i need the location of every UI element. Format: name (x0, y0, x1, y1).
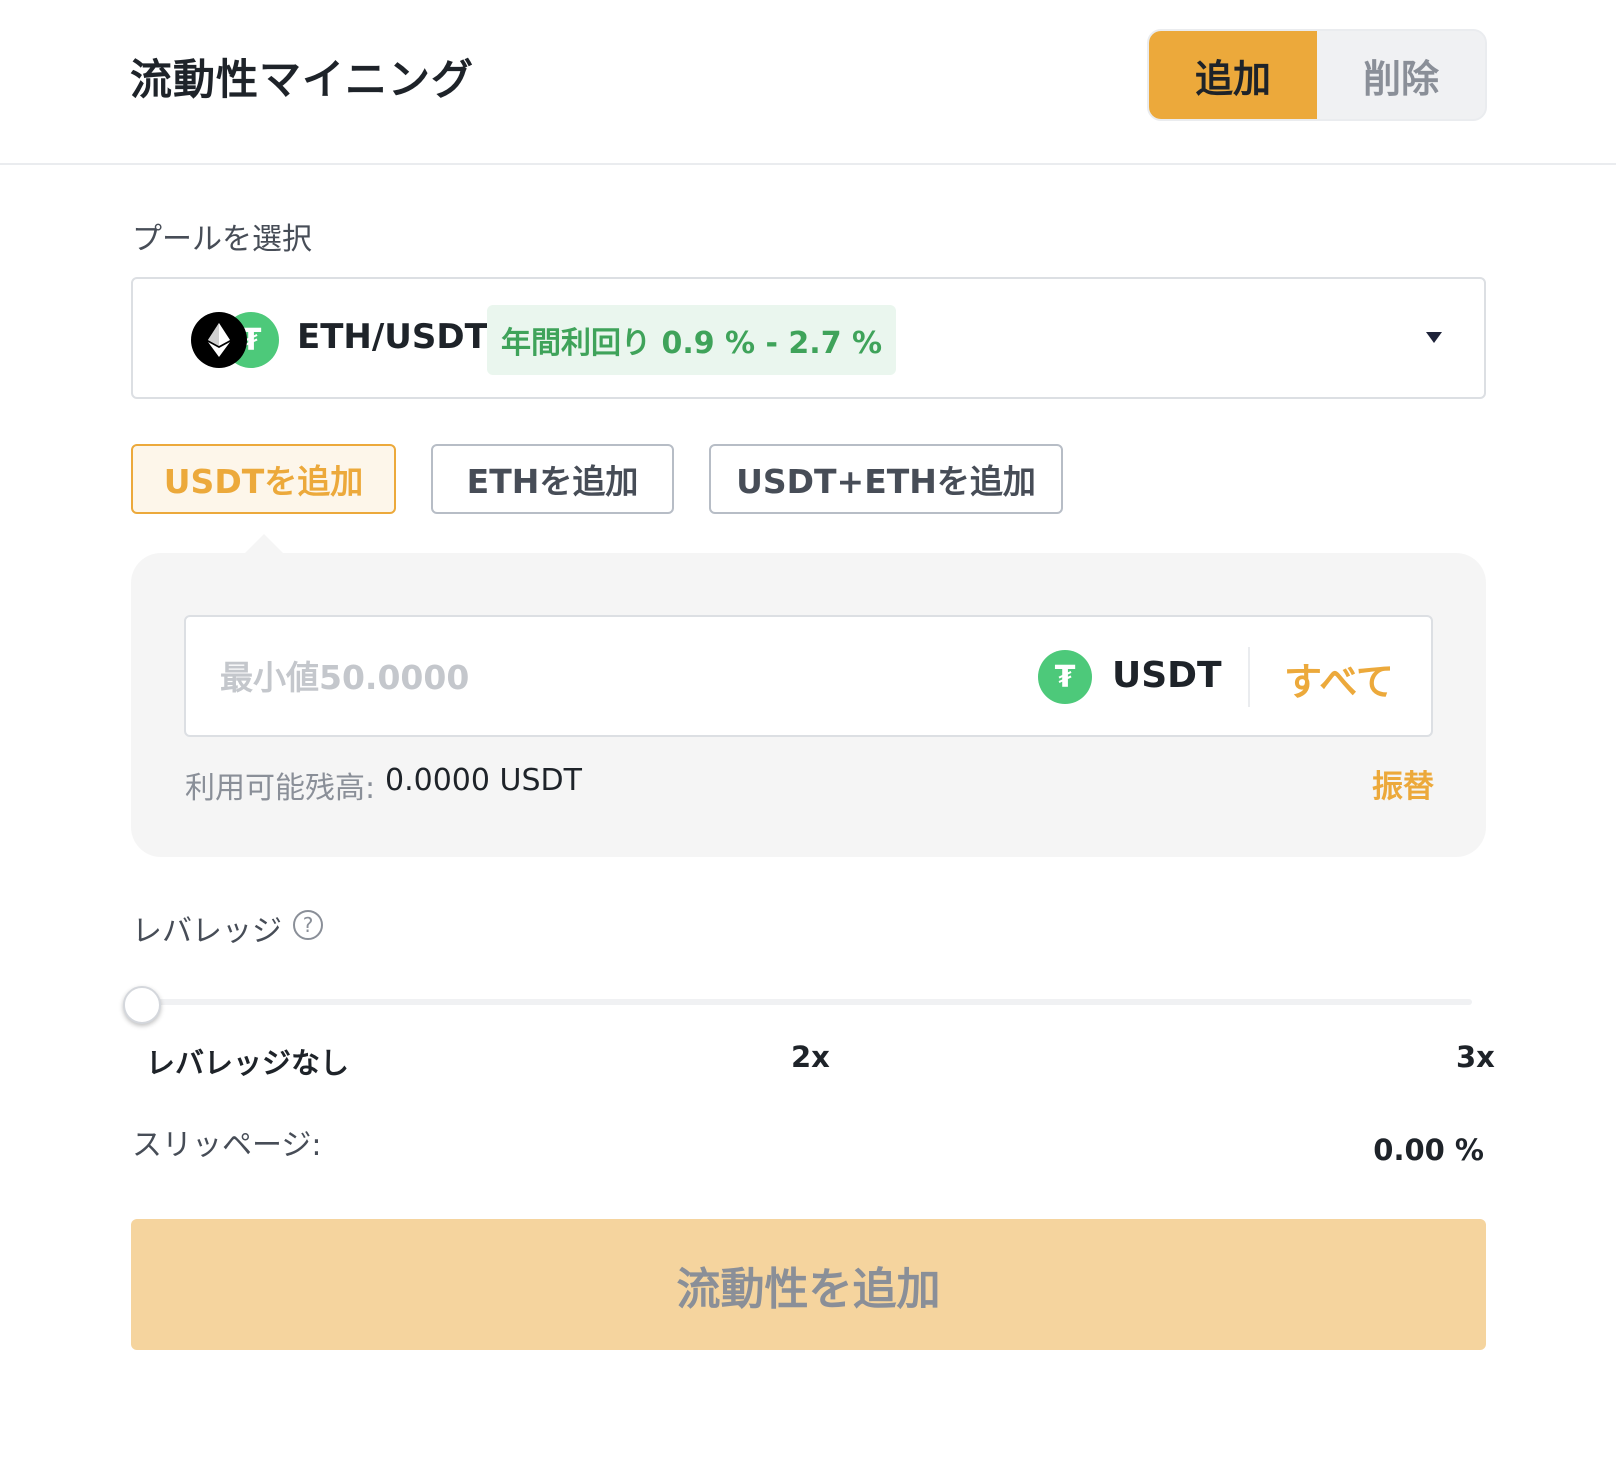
panel-notch (244, 534, 284, 554)
leverage-tick-3x[interactable]: 3x (1456, 1040, 1495, 1074)
usdt-icon: ₮ (1038, 650, 1092, 704)
page-title: 流動性マイニング (130, 55, 475, 104)
liquidity-mining-page: 流動性マイニング 追加 削除 プールを選択 ₮ ETH/USDT 年間利回り 0… (0, 0, 1616, 1464)
tab-add-usdt-eth[interactable]: USDT+ETHを追加 (709, 444, 1063, 514)
field-divider (1248, 647, 1250, 707)
pool-pair-name: ETH/USDT (297, 317, 488, 357)
leverage-slider-handle[interactable] (123, 986, 161, 1024)
amount-field-container: ₮ USDT すべて (184, 615, 1433, 737)
available-balance-value: 0.0000 USDT (385, 763, 582, 798)
leverage-slider-track[interactable] (142, 999, 1472, 1005)
amount-panel: ₮ USDT すべて 利用可能残高: 0.0000 USDT 振替 (131, 553, 1486, 857)
mode-toggle: 追加 削除 (1147, 29, 1487, 121)
tab-add-usdt[interactable]: USDTを追加 (131, 444, 396, 514)
apy-badge: 年間利回り 0.9 % - 2.7 % (487, 305, 897, 375)
amount-input[interactable] (220, 649, 980, 705)
add-mode-button[interactable]: 追加 (1149, 31, 1317, 119)
leverage-tick-2x[interactable]: 2x (791, 1040, 830, 1074)
leverage-label: レバレッジ (132, 914, 282, 949)
transfer-link[interactable]: 振替 (1372, 761, 1434, 806)
max-all-button[interactable]: すべて (1284, 651, 1394, 706)
add-liquidity-button[interactable]: 流動性を追加 (131, 1219, 1486, 1350)
coin-pair-icons: ₮ (191, 312, 281, 368)
remove-mode-button[interactable]: 削除 (1317, 31, 1485, 119)
pool-select-dropdown[interactable]: ₮ ETH/USDT 年間利回り 0.9 % - 2.7 % (131, 277, 1486, 399)
pool-select-label: プールを選択 (132, 222, 312, 257)
slippage-value: 0.00 % (1373, 1133, 1484, 1167)
eth-icon (191, 312, 247, 368)
header-divider (0, 163, 1616, 165)
available-balance-label: 利用可能残高: (185, 771, 376, 806)
slippage-label: スリッページ: (132, 1128, 322, 1163)
tab-add-eth[interactable]: ETHを追加 (431, 444, 674, 514)
help-icon[interactable]: ? (293, 910, 323, 940)
leverage-tick-none[interactable]: レバレッジなし (146, 1040, 349, 1082)
caret-down-icon[interactable] (1426, 332, 1442, 343)
token-label: USDT (1112, 655, 1222, 696)
